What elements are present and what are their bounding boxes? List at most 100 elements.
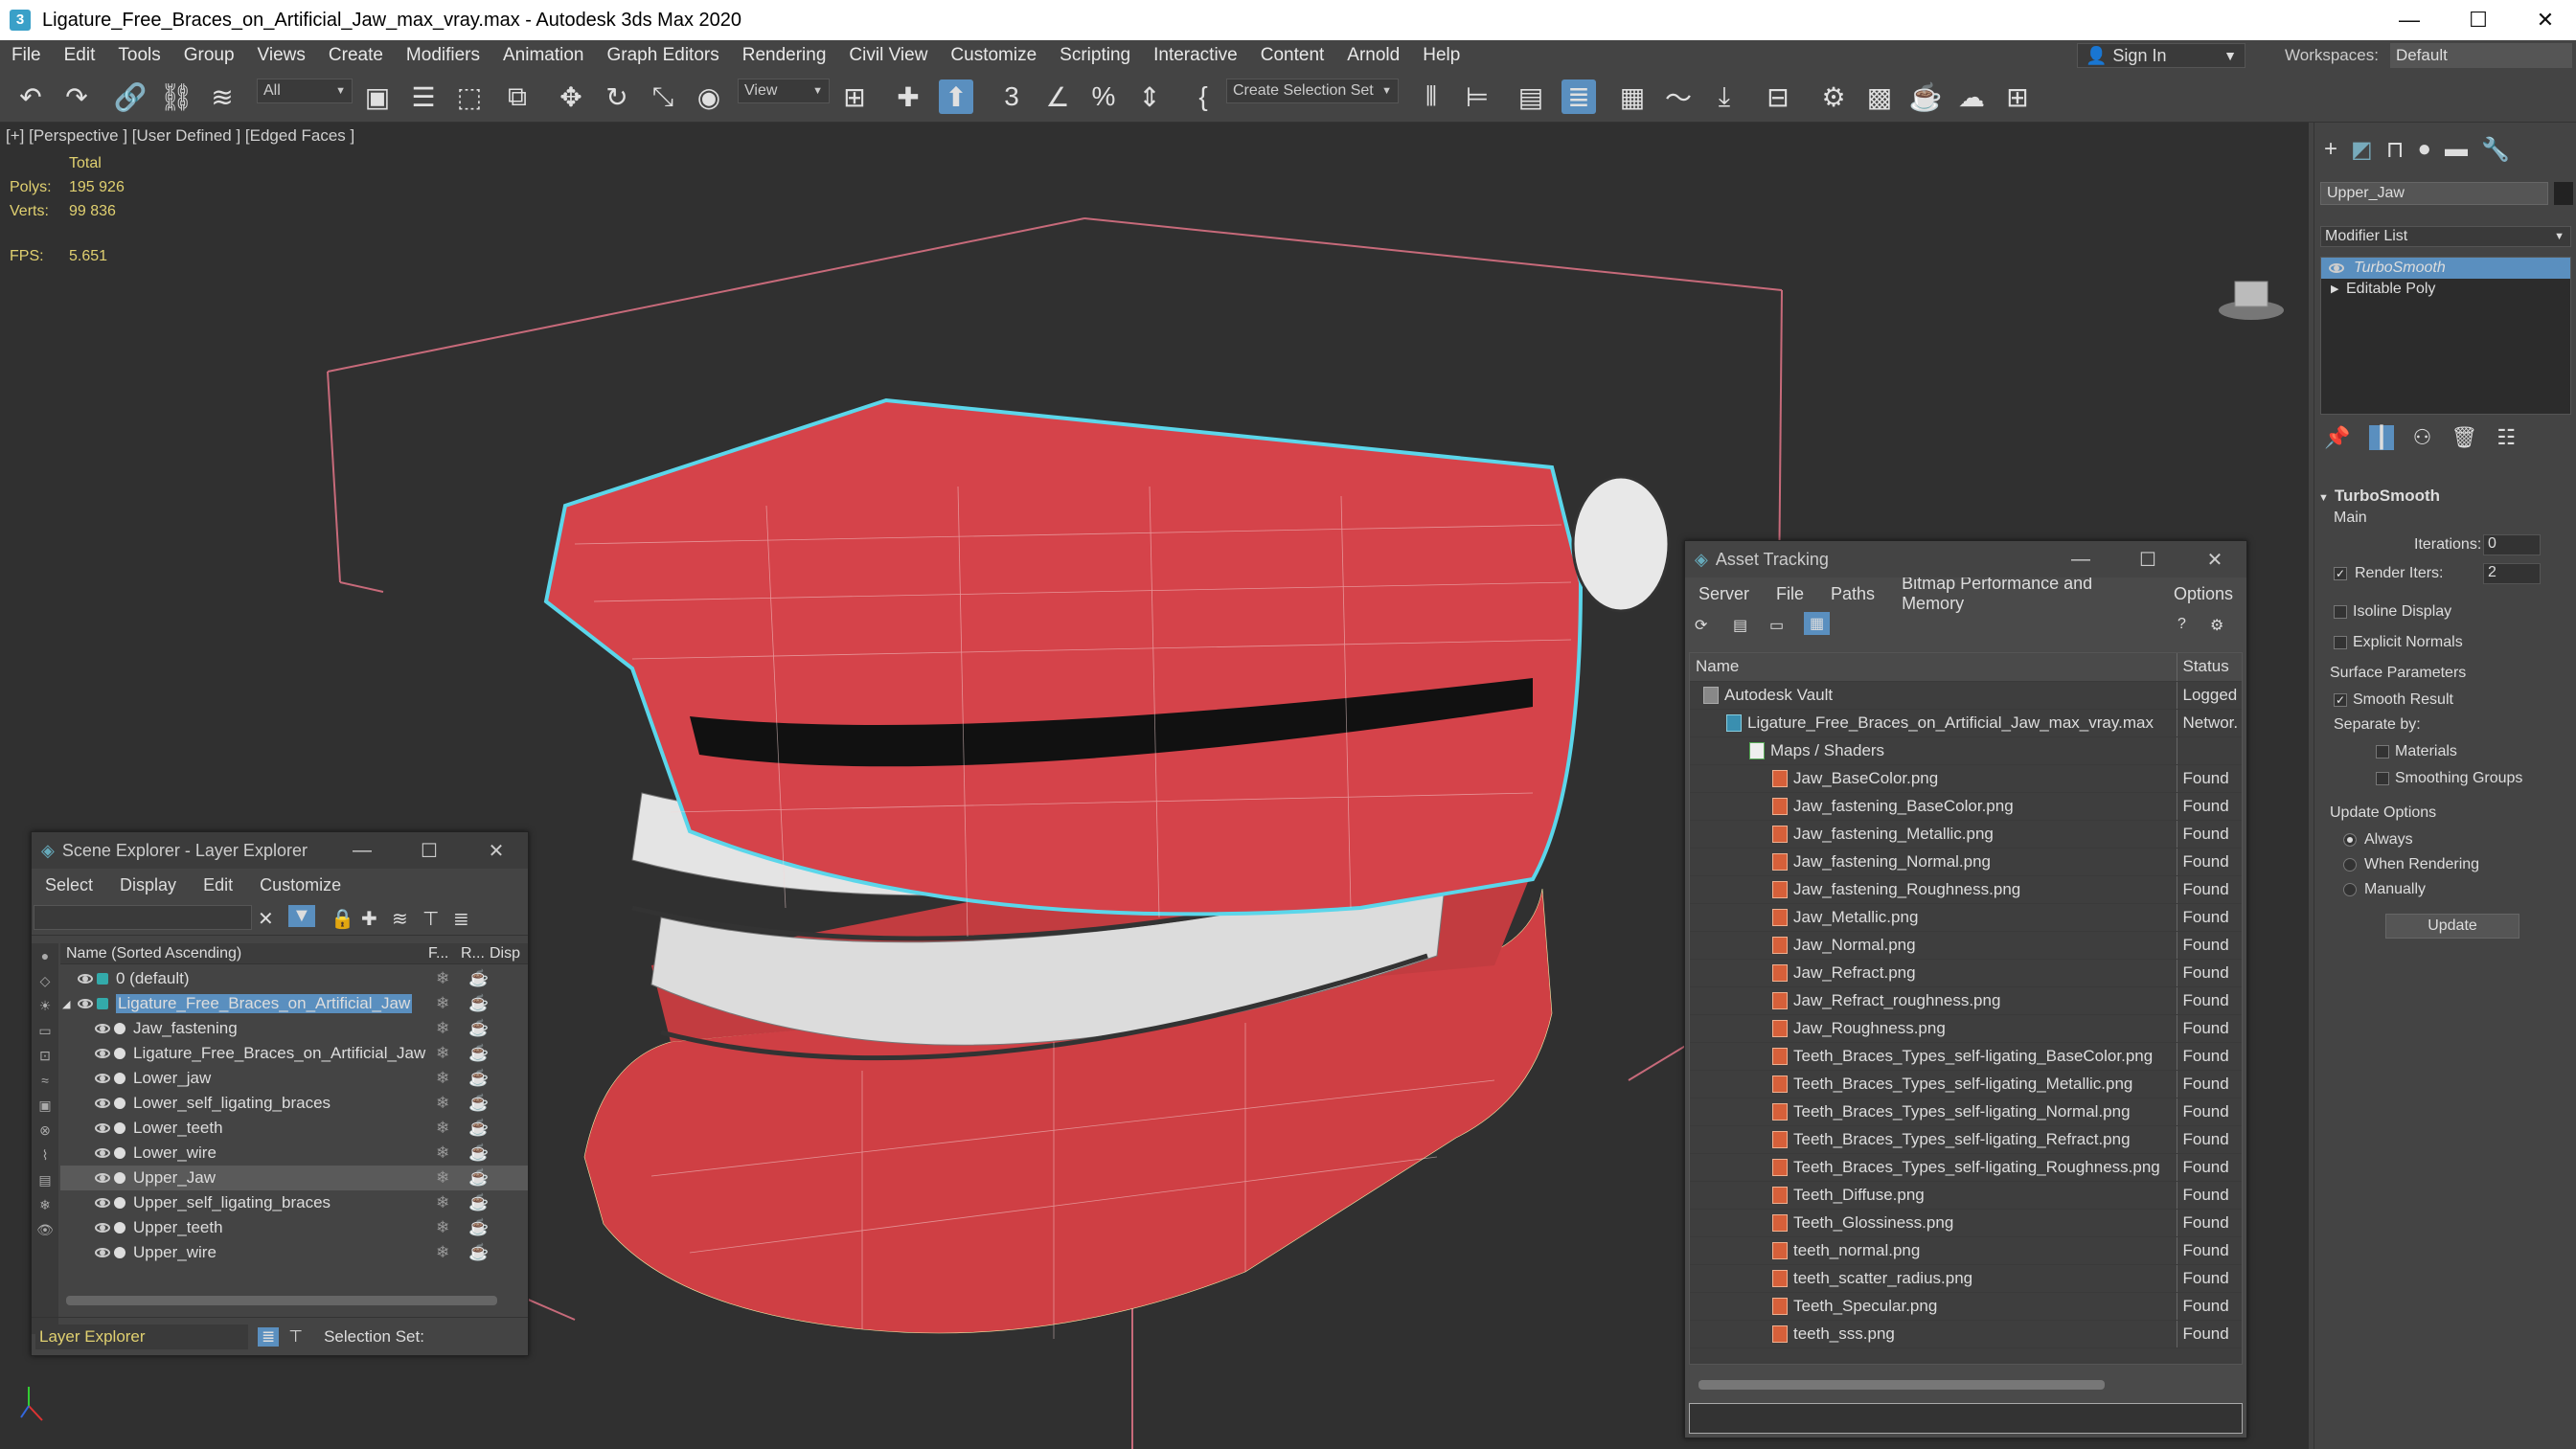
asset-row[interactable]: Jaw_BaseColor.png Found <box>1690 764 2242 793</box>
percent-snap-icon[interactable]: % <box>1086 79 1121 114</box>
app-icon[interactable]: 3 <box>10 10 31 31</box>
minimize-icon[interactable]: — <box>2047 541 2114 577</box>
expand-icon[interactable]: ▶ <box>2331 279 2338 300</box>
group-filter-icon[interactable]: ▣ <box>32 1093 58 1118</box>
bind-spacewarp-icon[interactable]: ≋ <box>205 79 239 114</box>
layer-tree-row[interactable]: ◢ Ligature_Free_Braces_on_Artificial_Jaw ❄… <box>60 991 528 1016</box>
renderable-icon[interactable]: ☕ <box>468 1019 489 1038</box>
eye-icon[interactable] <box>95 1024 110 1033</box>
always-row[interactable]: Always <box>2318 831 2573 856</box>
minimize-icon[interactable]: — <box>329 832 396 869</box>
clear-search-icon[interactable]: ✕ <box>258 907 274 931</box>
close-icon[interactable]: ✕ <box>2512 0 2576 40</box>
mirror-icon[interactable]: ⫴ <box>1414 79 1448 114</box>
container-filter-icon[interactable]: ▤ <box>32 1167 58 1192</box>
table-view-icon[interactable]: ▦ <box>1804 612 1831 635</box>
geometry-filter-icon[interactable]: ● <box>32 943 58 968</box>
always-radio[interactable] <box>2343 832 2357 847</box>
shape-filter-icon[interactable]: ◇ <box>32 968 58 993</box>
menu-scripting[interactable]: Scripting <box>1048 45 1142 66</box>
material-editor-icon[interactable]: ⊟ <box>1761 79 1795 114</box>
window-crossing-icon[interactable]: ⧉ <box>500 79 535 114</box>
menu-edit[interactable]: Edit <box>190 875 246 895</box>
asset-row[interactable]: Teeth_Glossiness.png Found <box>1690 1209 2242 1237</box>
eye-icon[interactable] <box>95 1098 110 1108</box>
explorer-mode-dropdown[interactable]: Layer Explorer <box>35 1324 248 1349</box>
minimize-icon[interactable]: — <box>2376 0 2443 40</box>
renderable-icon[interactable]: ☕ <box>468 1243 489 1262</box>
freeze-icon[interactable]: ❄ <box>436 969 449 988</box>
layer-tree-row[interactable]: Ligature_Free_Braces_on_Artificial_Jaw ❄ ☕ <box>60 1041 528 1066</box>
light-filter-icon[interactable]: ☀ <box>32 993 58 1018</box>
toggle-ribbon-icon[interactable]: ▦ <box>1615 79 1650 114</box>
toggle-scene-explorer-icon[interactable]: ▤ <box>1514 79 1548 114</box>
asset-path-field[interactable] <box>1689 1403 2243 1434</box>
select-manipulate-icon[interactable]: ✚ <box>891 79 925 114</box>
renderable-icon[interactable]: ☕ <box>468 1218 489 1237</box>
maximize-icon[interactable]: ☐ <box>2114 541 2181 577</box>
motion-tab-icon[interactable]: ● <box>2417 136 2431 165</box>
render-iters-checkbox[interactable]: ✓ <box>2334 567 2347 580</box>
menu-animation[interactable]: Animation <box>491 45 596 66</box>
asset-row[interactable]: Teeth_Braces_Types_self-ligating_Refract… <box>1690 1125 2242 1154</box>
add-to-layer-icon[interactable]: ≋ <box>392 907 408 931</box>
utilities-tab-icon[interactable]: 🔧 <box>2481 136 2510 165</box>
column-name[interactable]: Name (Sorted Ascending) <box>60 945 428 962</box>
object-color-swatch[interactable] <box>2554 182 2573 205</box>
column-status[interactable]: Status <box>2176 653 2242 682</box>
menu-graph-editors[interactable]: Graph Editors <box>596 45 731 66</box>
explicit-normals-checkbox[interactable] <box>2334 635 2347 649</box>
smoothing-groups-checkbox[interactable] <box>2376 771 2389 785</box>
asset-row[interactable]: teeth_normal.png Found <box>1690 1236 2242 1265</box>
asset-row[interactable]: Autodesk Vault Logged <box>1690 681 2242 710</box>
object-name-field[interactable]: Upper_Jaw <box>2320 182 2548 205</box>
curve-editor-icon[interactable]: 〜 <box>1661 79 1696 114</box>
close-icon[interactable]: ✕ <box>2181 541 2248 577</box>
layer-tree-row[interactable]: Lower_wire ❄ ☕ <box>60 1141 528 1166</box>
asset-row[interactable]: Jaw_fastening_Metallic.png Found <box>1690 820 2242 849</box>
layer-tree-row[interactable]: Lower_self_ligating_braces ❄ ☕ <box>60 1091 528 1116</box>
scene-explorer-titlebar[interactable]: ◈ Scene Explorer - Layer Explorer — ☐ ✕ <box>32 832 528 869</box>
when-rendering-row[interactable]: When Rendering <box>2318 856 2573 881</box>
materials-row[interactable]: Materials <box>2318 743 2573 770</box>
layer-tree-row[interactable]: Upper_Jaw ❄ ☕ <box>60 1166 528 1190</box>
renderable-icon[interactable]: ☕ <box>468 994 489 1013</box>
renderable-icon[interactable]: ☕ <box>468 1168 489 1188</box>
menu-rendering[interactable]: Rendering <box>731 45 838 66</box>
layer-tree-row[interactable]: 0 (default) ❄ ☕ <box>60 966 528 991</box>
menu-server[interactable]: Server <box>1685 584 1763 604</box>
asset-row[interactable]: Jaw_Normal.png Found <box>1690 931 2242 960</box>
menu-customize[interactable]: Customize <box>246 875 354 895</box>
refresh-icon[interactable]: ⟳ <box>1695 616 1707 635</box>
freeze-icon[interactable]: ❄ <box>436 1019 449 1038</box>
a360-gallery-icon[interactable]: ⊞ <box>2000 79 2035 114</box>
rendered-frame-window-icon[interactable]: ▩ <box>1862 79 1897 114</box>
menu-group[interactable]: Group <box>172 45 246 66</box>
stack-item-editable-poly[interactable]: ▶ Editable Poly <box>2321 279 2570 300</box>
asset-row[interactable]: Teeth_Braces_Types_self-ligating_Normal.… <box>1690 1098 2242 1126</box>
renderable-icon[interactable]: ☕ <box>468 1193 489 1212</box>
asset-row[interactable]: Jaw_fastening_BaseColor.png Found <box>1690 792 2242 821</box>
menu-paths[interactable]: Paths <box>1817 584 1888 604</box>
iterations-spinner[interactable]: 0 <box>2483 534 2541 555</box>
layer-tree-row[interactable]: Upper_teeth ❄ ☕ <box>60 1215 528 1240</box>
renderable-icon[interactable]: ☕ <box>468 1069 489 1088</box>
smoothing-groups-row[interactable]: Smoothing Groups <box>2318 770 2573 804</box>
freeze-icon[interactable]: ❄ <box>436 994 449 1013</box>
list-view-icon[interactable]: ▤ <box>1733 616 1747 635</box>
bone-filter-icon[interactable]: ⌇ <box>32 1143 58 1167</box>
maximize-icon[interactable]: ☐ <box>2445 0 2512 40</box>
camera-filter-icon[interactable]: ▭ <box>32 1018 58 1043</box>
menu-views[interactable]: Views <box>246 45 317 66</box>
eye-icon[interactable] <box>95 1074 110 1083</box>
search-input[interactable] <box>34 905 252 930</box>
menu-options[interactable]: Options <box>2160 584 2246 604</box>
move-icon[interactable]: ✥ <box>554 79 588 114</box>
asset-row[interactable]: teeth_scatter_radius.png Found <box>1690 1264 2242 1293</box>
align-icon[interactable]: ⊨ <box>1460 79 1494 114</box>
when-rendering-radio[interactable] <box>2343 857 2357 872</box>
edit-named-selection-icon[interactable]: { <box>1186 79 1220 114</box>
column-display[interactable]: Disp <box>490 945 520 962</box>
rotate-icon[interactable]: ↻ <box>600 79 634 114</box>
asset-row[interactable]: Teeth_Braces_Types_self-ligating_BaseCol… <box>1690 1042 2242 1071</box>
